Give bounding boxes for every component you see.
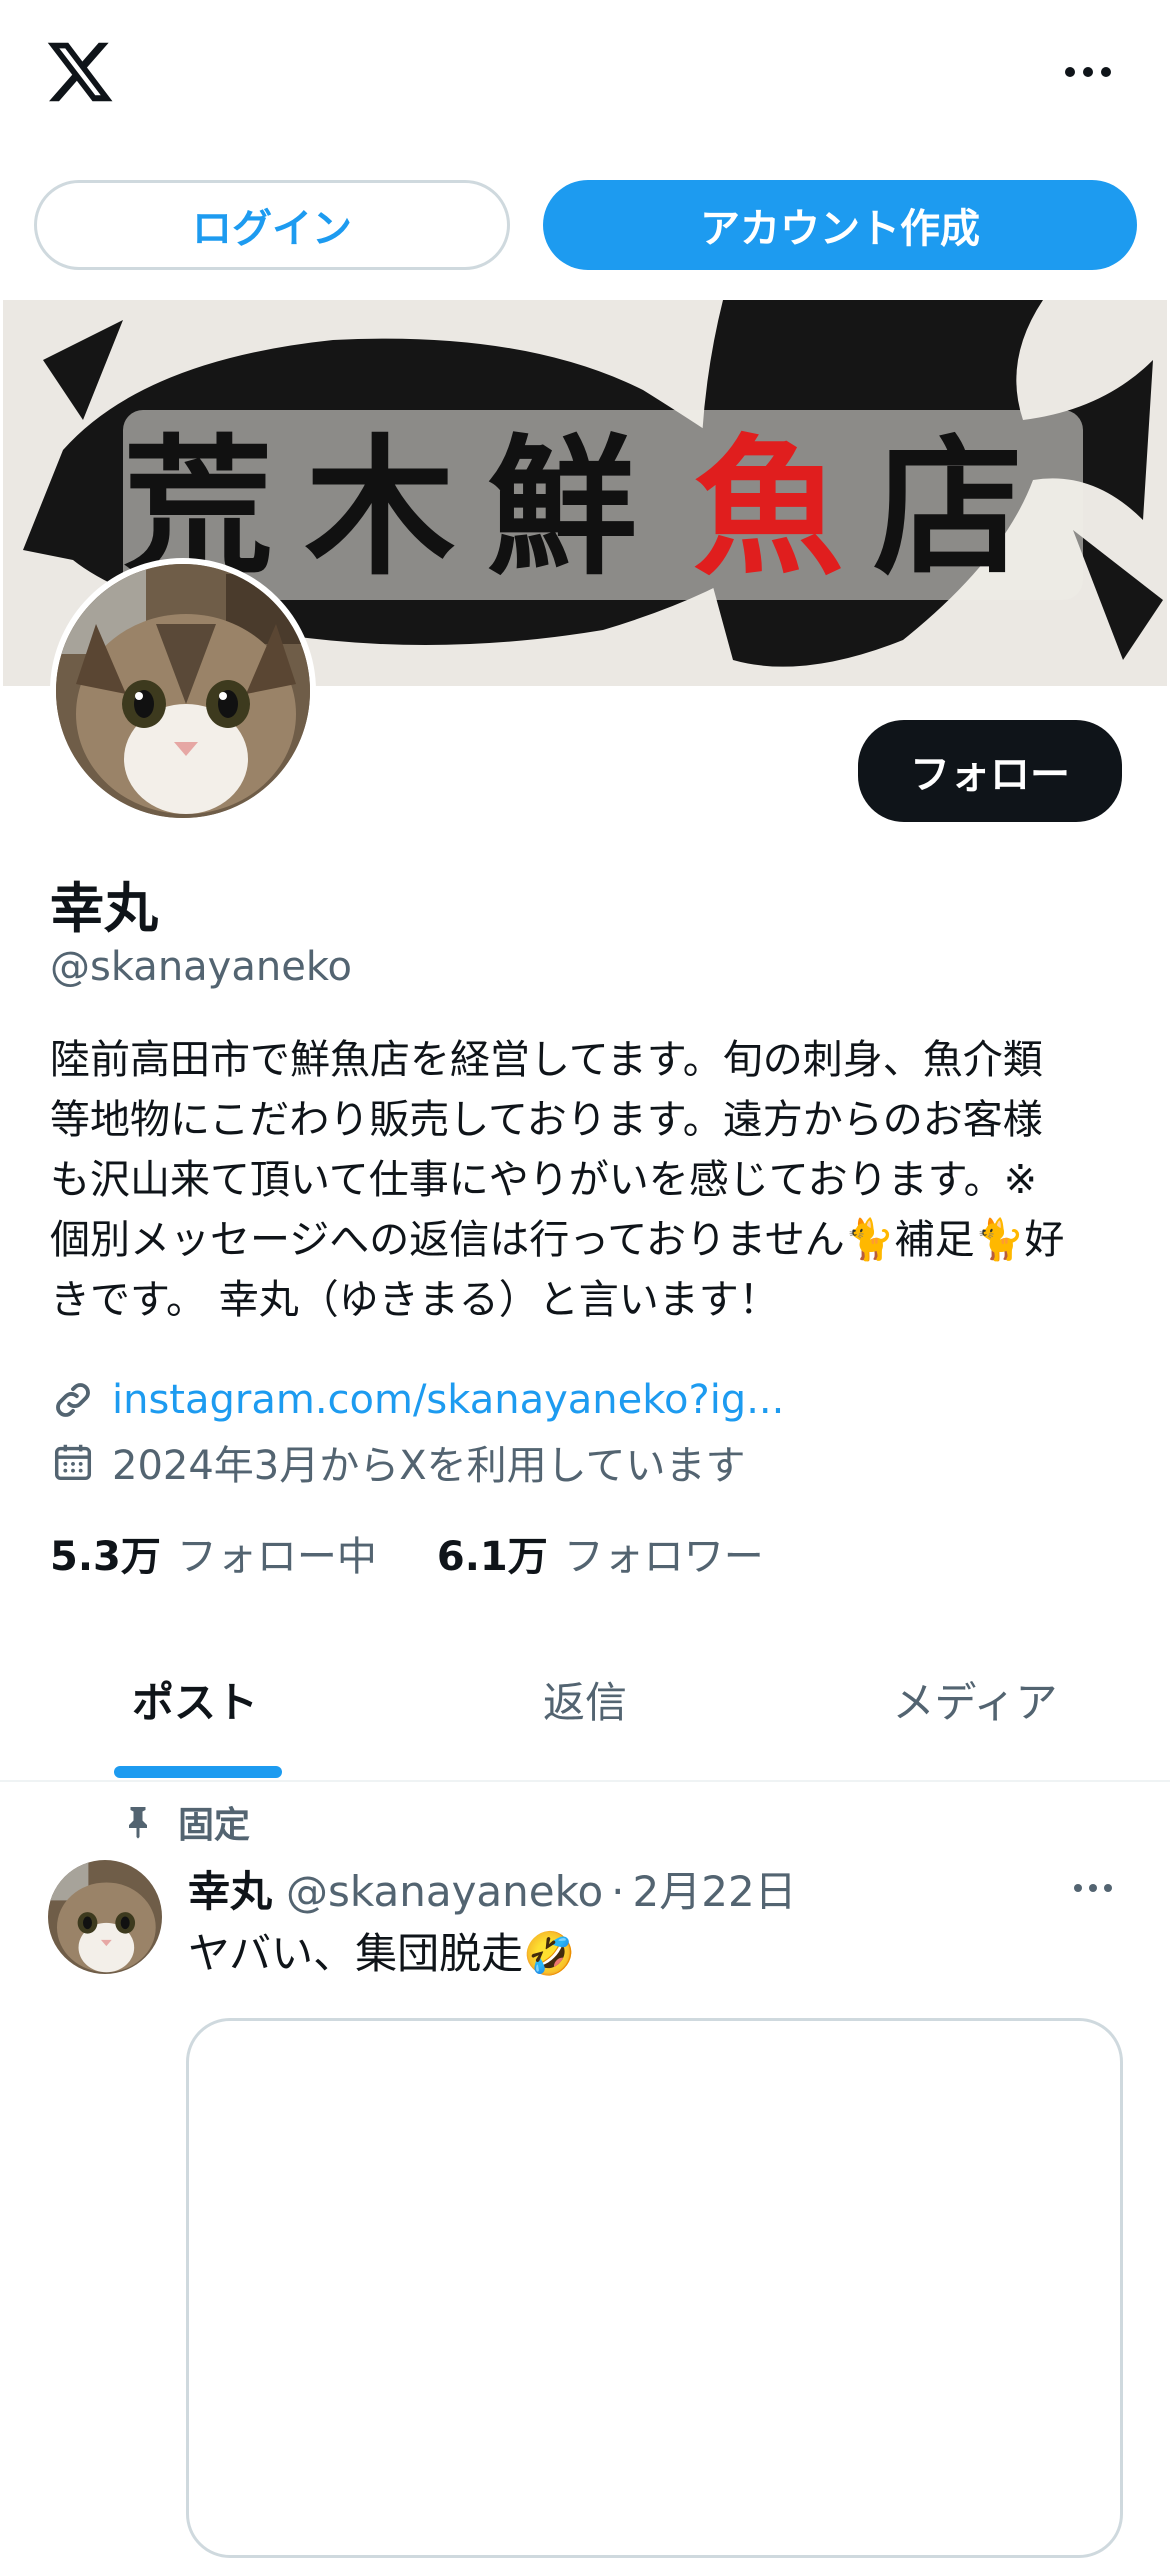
link-icon bbox=[56, 1383, 90, 1417]
tab-posts[interactable]: ポスト bbox=[0, 1620, 390, 1778]
tab-media[interactable]: メディア bbox=[780, 1620, 1170, 1778]
x-logo-icon[interactable] bbox=[44, 36, 116, 108]
following-link[interactable]: 5.3万 フォロー中 bbox=[50, 1524, 377, 1582]
pin-icon bbox=[129, 1807, 147, 1839]
profile-stats: 5.3万 フォロー中 6.1万 フォロワー bbox=[50, 1524, 764, 1582]
profile-tabs: ポスト 返信 メディア bbox=[0, 1620, 1170, 1782]
pinned-label: 固定 bbox=[178, 1805, 251, 1846]
profile-avatar[interactable] bbox=[50, 558, 316, 824]
post-text: ヤバい、集団脱走🤣 bbox=[188, 1929, 576, 1978]
profile-joined-row: 2024年3月からXを利用しています bbox=[50, 1434, 745, 1490]
tab-selected-indicator bbox=[114, 1766, 282, 1778]
post-media[interactable] bbox=[186, 2018, 1123, 2558]
followers-link[interactable]: 6.1万 フォロワー bbox=[437, 1524, 764, 1582]
post-author-avatar[interactable] bbox=[48, 1860, 162, 1974]
post-author-handle[interactable]: @skanayaneko bbox=[286, 1867, 603, 1916]
profile-link[interactable]: instagram.com/skanayaneko?ig... bbox=[112, 1377, 784, 1423]
banner-text-black-2: 店 bbox=[873, 420, 1023, 596]
post-author-name[interactable]: 幸丸 bbox=[188, 1858, 272, 1919]
pinned-indicator: 固定 bbox=[120, 1796, 250, 1848]
banner-text-red: 魚 bbox=[693, 420, 843, 596]
following-label: フォロー中 bbox=[176, 1534, 377, 1580]
login-button[interactable]: ログイン bbox=[34, 180, 510, 270]
following-count: 5.3万 bbox=[50, 1534, 161, 1580]
post-header: 幸丸 @skanayaneko · 2月22日 bbox=[188, 1858, 797, 1919]
followers-count: 6.1万 bbox=[436, 1534, 548, 1580]
post-date[interactable]: 2月22日 bbox=[633, 1858, 797, 1919]
signup-button[interactable]: アカウント作成 bbox=[543, 180, 1137, 270]
profile-handle: @skanayaneko bbox=[50, 944, 353, 990]
more-horizontal-icon[interactable] bbox=[1058, 56, 1118, 88]
profile-joined-date: 2024年3月からXを利用しています bbox=[112, 1443, 746, 1489]
calendar-icon bbox=[54, 1444, 92, 1481]
profile-display-name: 幸丸 bbox=[50, 877, 158, 940]
post-separator: · bbox=[611, 1867, 625, 1916]
profile-bio: 陸前高田市で鮮魚店を経営してます。旬の刺身、魚介類 等地物にこだわり販売しており… bbox=[50, 1037, 1065, 1323]
profile-link-row[interactable]: instagram.com/skanayaneko?ig... bbox=[50, 1372, 784, 1428]
follow-button[interactable]: フォロー bbox=[858, 720, 1122, 822]
followers-label: フォロワー bbox=[563, 1534, 764, 1580]
tab-replies[interactable]: 返信 bbox=[390, 1620, 780, 1778]
post-more-icon[interactable] bbox=[1074, 1876, 1124, 1900]
